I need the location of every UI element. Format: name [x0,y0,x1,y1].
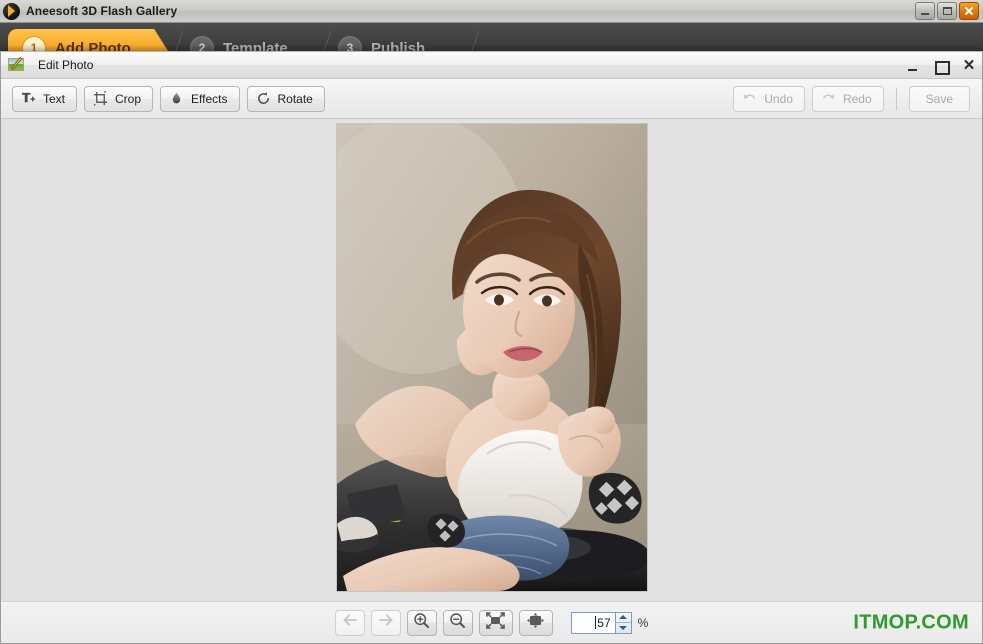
redo-icon [821,91,836,106]
main-window-title: Aneesoft 3D Flash Gallery [26,4,178,18]
effects-button-label: Effects [191,91,228,106]
actual-size-icon [526,612,545,634]
close-icon[interactable] [959,2,979,20]
play-arrow-icon [3,2,20,20]
zoom-in-icon [413,612,430,634]
effects-button[interactable]: Effects [160,85,240,112]
text-button-label: Text [43,91,66,106]
redo-button[interactable]: Redo [811,85,884,112]
rotate-button[interactable]: Rotate [246,85,325,112]
fit-to-window-button[interactable] [478,609,513,636]
actual-size-button[interactable] [518,609,553,636]
maximize-icon[interactable] [937,2,957,20]
spinner-up-button[interactable] [615,613,631,623]
maximize-icon[interactable] [934,59,950,75]
zoom-input[interactable]: 57 [570,611,615,634]
dialog-bottom-bar: 57 % ITMOP.COM [1,601,982,643]
zoom-input-value: 57 [597,615,611,630]
minimize-icon[interactable] [915,2,935,20]
toolbar-separator [895,87,897,110]
crop-icon [93,91,108,106]
toolbar-left-group: Text Crop Effects Rotate [12,85,325,112]
watermark-text: ITMOP.COM [853,611,969,633]
crop-button-label: Crop [115,91,142,106]
dialog-window-controls: ✕ [906,52,976,79]
minimize-icon[interactable] [906,59,920,73]
redo-button-label: Redo [842,91,872,106]
main-titlebar: Aneesoft 3D Flash Gallery [0,0,983,23]
rotate-icon [256,91,271,106]
next-photo-button[interactable] [370,609,401,636]
rotate-button-label: Rotate [277,91,313,106]
application-root: Aneesoft 3D Flash Gallery 1 Add Photo 2 … [0,0,983,644]
previous-photo-button[interactable] [334,609,365,636]
undo-button-label: Undo [764,91,793,106]
spinner-down-button[interactable] [616,623,631,633]
main-window-controls [915,2,979,20]
save-button[interactable]: Save [908,85,970,112]
zoom-unit-label: % [637,615,649,630]
undo-icon [742,91,757,106]
zoom-out-icon [449,612,466,634]
photo-preview[interactable] [336,123,647,591]
crop-button[interactable]: Crop [84,85,154,112]
fit-window-icon [486,611,505,634]
text-caret [595,616,597,629]
undo-button[interactable]: Undo [733,85,805,112]
add-text-icon [21,91,36,106]
effects-icon [169,91,184,106]
zoom-level-control[interactable]: 57 % [570,611,649,634]
text-button[interactable]: Text [12,85,78,112]
zoom-in-button[interactable] [406,609,437,636]
dialog-toolbar: Text Crop Effects Rotate Undo Redo Save [1,79,982,119]
dialog-titlebar: Edit Photo ✕ [1,52,982,79]
zoom-spinner[interactable] [614,611,632,634]
arrow-right-icon [378,613,394,632]
photo-image [336,123,647,591]
photo-canvas[interactable] [1,119,982,601]
save-button-label: Save [925,91,953,106]
dialog-title: Edit Photo [38,58,94,72]
arrow-left-icon [342,613,358,632]
edit-photo-dialog: Edit Photo ✕ Text Crop Effects Rotate Un… [0,51,983,644]
close-icon[interactable]: ✕ [962,58,976,73]
zoom-out-button[interactable] [442,609,473,636]
edit-photo-icon [8,56,26,73]
toolbar-right-group: Undo Redo Save [733,85,970,112]
